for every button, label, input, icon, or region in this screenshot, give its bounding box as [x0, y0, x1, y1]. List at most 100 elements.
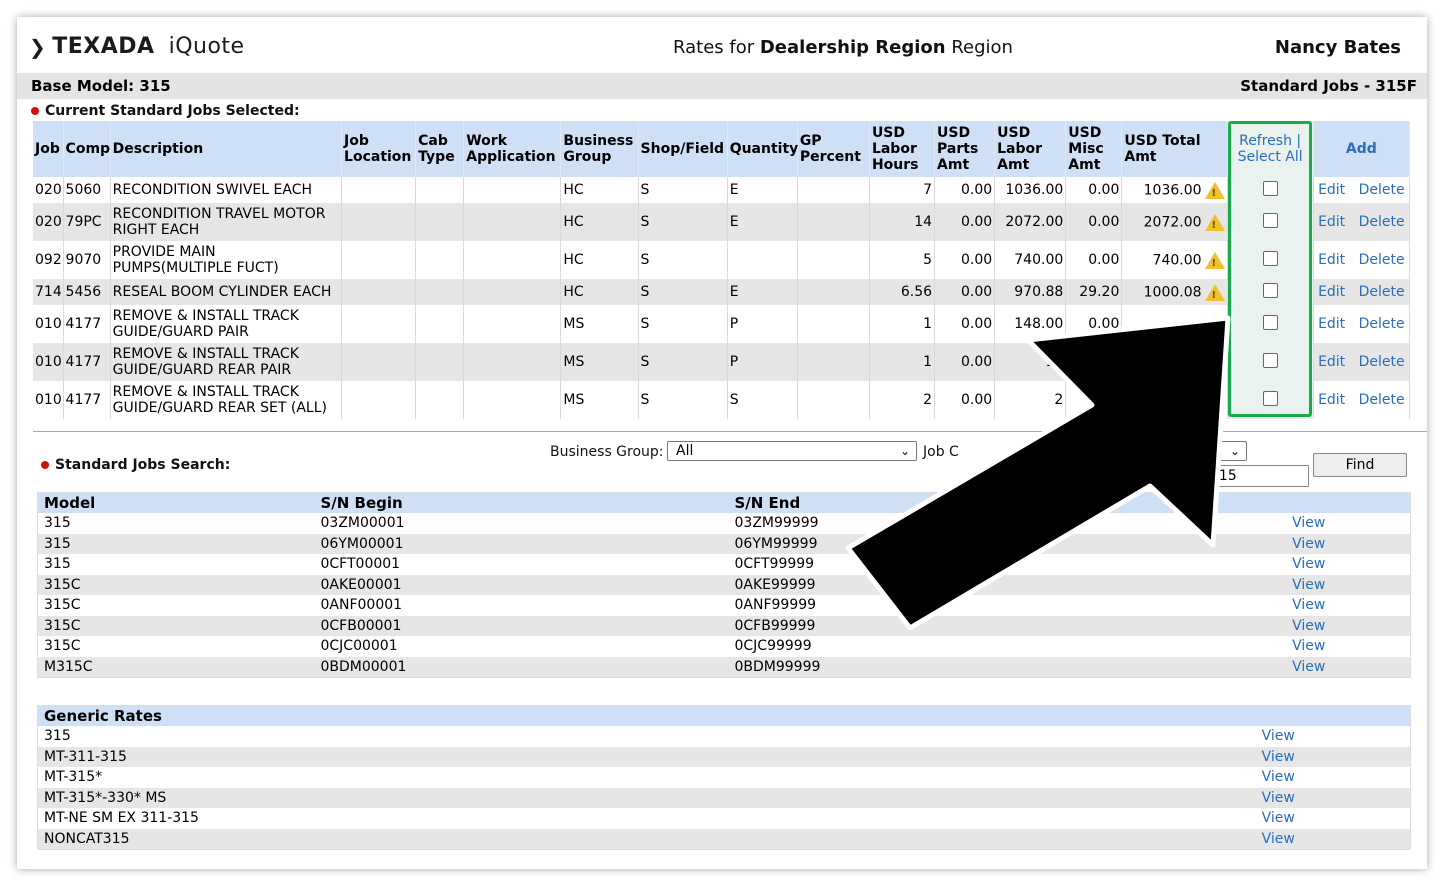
current-jobs-heading: Current Standard Jobs Selected:: [31, 103, 300, 119]
chevron-down-icon: ⌄: [1229, 444, 1240, 458]
view-link[interactable]: View: [1262, 728, 1295, 744]
refresh-select-all-link[interactable]: Refresh | Select All: [1227, 121, 1314, 177]
range-label: ang: [1102, 469, 1129, 485]
edit-link[interactable]: Edit: [1318, 182, 1345, 198]
select-cell: [1227, 177, 1314, 203]
view-link[interactable]: View: [1262, 790, 1295, 806]
cell-total-amt: 1036.00!: [1121, 177, 1228, 203]
cell-comp: 5060: [63, 177, 111, 203]
select-checkbox[interactable]: [1262, 250, 1278, 266]
cell-quantity: E: [727, 279, 798, 305]
cell-quantity: P: [727, 343, 798, 381]
model-row: 315C 0ANF00001 0ANF99999 View: [37, 595, 1411, 616]
delete-link[interactable]: Delete: [1359, 354, 1405, 370]
cell-cab-type: [415, 203, 465, 241]
delete-link[interactable]: Delete: [1359, 214, 1405, 230]
cell-labor-amt: 2: [994, 381, 1067, 419]
view-link[interactable]: View: [1262, 810, 1295, 826]
cell-labor-amt: 970.88: [994, 279, 1067, 305]
col-shop-field: Shop/Field: [638, 121, 728, 177]
edit-link[interactable]: Edit: [1318, 316, 1345, 332]
view-link[interactable]: View: [1292, 618, 1325, 634]
warning-icon: !: [1204, 251, 1225, 269]
delete-link[interactable]: Delete: [1359, 316, 1405, 332]
view-link[interactable]: View: [1262, 769, 1295, 785]
job-row: 010 4177 REMOVE & INSTALL TRACK GUIDE/GUAR…: [33, 381, 1411, 419]
cell-quantity: S: [727, 381, 798, 419]
texada-logo: ❯ TEXADA iQuote: [29, 34, 245, 59]
view-link[interactable]: View: [1292, 597, 1325, 613]
edit-link[interactable]: Edit: [1318, 354, 1345, 370]
cell-parts-amt: 0.00: [934, 381, 996, 419]
col-sn-begin: S/N Begin: [314, 492, 729, 513]
select-checkbox[interactable]: [1262, 390, 1278, 406]
col-view: [1207, 492, 1411, 513]
cell-sn-end: 0ANF99999: [734, 597, 817, 614]
search-heading: Standard Jobs Search:: [41, 457, 230, 473]
view-link[interactable]: View: [1292, 638, 1325, 654]
view-link[interactable]: View: [1262, 831, 1295, 847]
generic-rates-table: Generic Rates 315 View MT-311-315 View MT-31…: [37, 705, 1411, 850]
cell-total-amt: 740.00!: [1121, 241, 1228, 279]
delete-link[interactable]: Delete: [1359, 252, 1405, 268]
cell-comp: 79PC: [63, 203, 111, 241]
find-button[interactable]: Find: [1313, 453, 1407, 477]
job-row: 020 79PC RECONDITION TRAVEL MOTOR RIGHT EA…: [33, 203, 1411, 241]
edit-link[interactable]: Edit: [1318, 252, 1345, 268]
cell-job-location: [341, 177, 417, 203]
select-checkbox[interactable]: [1262, 352, 1278, 368]
cell-job: 020: [33, 177, 64, 203]
view-cell: View: [1208, 534, 1411, 555]
view-link[interactable]: View: [1292, 659, 1325, 675]
cell-job-location: [341, 305, 417, 343]
col-sn-end: S/N End: [728, 492, 1208, 513]
model-bar: Base Model: 315 Standard Jobs - 315F: [17, 73, 1427, 99]
warning-icon: !: [1204, 353, 1225, 371]
edit-link[interactable]: Edit: [1318, 284, 1345, 300]
cell-sn-begin: 0ANF00001: [320, 597, 403, 614]
cell-comp: 4177: [63, 381, 111, 419]
select-checkbox[interactable]: [1262, 314, 1278, 330]
cell-sn-end: 0BDM99999: [734, 658, 821, 675]
col-view: [1146, 705, 1411, 726]
generic-rate-name: NONCAT315: [44, 830, 130, 847]
col-misc-amt: USD Misc Amt: [1065, 121, 1123, 177]
col-gp-percent: GP Percent: [797, 121, 870, 177]
view-link[interactable]: View: [1292, 556, 1325, 572]
select-checkbox[interactable]: [1262, 282, 1278, 298]
cell-business-group: MS: [560, 381, 639, 419]
job-code-select[interactable]: ⌄: [1167, 441, 1247, 461]
cell-labor-amt: 1036.00: [994, 177, 1067, 203]
select-checkbox[interactable]: [1262, 180, 1278, 196]
standard-jobs-label: Standard Jobs - 315F: [1240, 77, 1417, 95]
edit-link[interactable]: Edit: [1318, 214, 1345, 230]
delete-link[interactable]: Delete: [1359, 284, 1405, 300]
models-header-row: Model S/N Begin S/N End: [37, 492, 1411, 513]
add-link[interactable]: Add: [1313, 121, 1411, 177]
delete-link[interactable]: Delete: [1359, 182, 1405, 198]
cell-job: 010: [33, 381, 64, 419]
cell-shop-field: S: [638, 279, 728, 305]
generic-rate-name: MT-NE SM EX 311-315: [44, 810, 199, 827]
warning-icon: !: [1204, 181, 1225, 199]
base-model-label: Base Model: 315: [31, 77, 171, 95]
select-checkbox[interactable]: [1262, 212, 1278, 228]
cell-gp-percent: [797, 241, 870, 279]
cell-parts-amt: 0.00: [934, 177, 996, 203]
business-group-select[interactable]: All ⌄: [667, 441, 917, 461]
delete-link[interactable]: Delete: [1359, 392, 1405, 408]
view-link[interactable]: View: [1292, 536, 1325, 552]
cell-sn-begin: 0CFT00001: [320, 556, 401, 573]
cell-job: 092: [33, 241, 64, 279]
current-jobs-table: Job Comp Description Job Location Cab Ty…: [33, 121, 1411, 419]
cell-cab-type: [415, 177, 465, 203]
edit-link[interactable]: Edit: [1318, 392, 1345, 408]
cell-sn-begin: 0BDM00001: [320, 658, 407, 675]
view-link[interactable]: View: [1262, 749, 1295, 765]
view-link[interactable]: View: [1292, 577, 1325, 593]
cell-labor-amt: 14: [994, 343, 1067, 381]
both-label: Both: [1167, 469, 1200, 485]
view-link[interactable]: View: [1292, 515, 1325, 531]
model-row: 315 03ZM00001 03ZM99999 View: [37, 513, 1411, 534]
model-search-input[interactable]: 315: [1203, 465, 1309, 487]
